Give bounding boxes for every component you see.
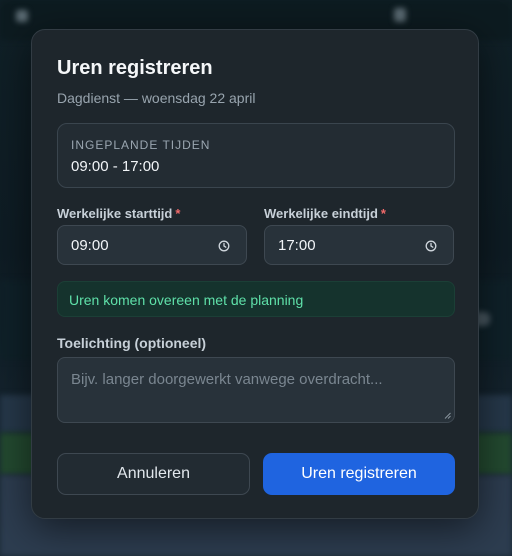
hours-match-text: Uren komen overeen met de planning bbox=[69, 292, 304, 308]
end-time-label: Werkelijke eindtijd * bbox=[264, 206, 386, 221]
clock-icon[interactable] bbox=[425, 240, 437, 252]
note-label: Toelichting (optioneel) bbox=[57, 335, 207, 351]
start-time-value: 09:00 bbox=[71, 237, 109, 254]
note-textarea[interactable]: Bijv. langer doorgewerkt vanwege overdra… bbox=[57, 357, 455, 423]
end-time-value: 17:00 bbox=[278, 237, 316, 254]
register-hours-button[interactable]: Uren registreren bbox=[263, 453, 455, 495]
dialog-title: Uren registreren bbox=[57, 57, 213, 79]
background-icon bbox=[394, 8, 406, 22]
dialog-subtitle: Dagdienst — woensdag 22 april bbox=[57, 90, 256, 106]
resize-handle-icon[interactable] bbox=[444, 412, 451, 419]
clock-icon[interactable] bbox=[218, 240, 230, 252]
end-time-input[interactable]: 17:00 bbox=[264, 225, 454, 265]
end-time-label-text: Werkelijke eindtijd bbox=[264, 206, 378, 221]
start-time-input[interactable]: 09:00 bbox=[57, 225, 247, 265]
start-time-label-text: Werkelijke starttijd bbox=[57, 206, 173, 221]
background-icon bbox=[16, 10, 28, 22]
required-mark: * bbox=[175, 206, 181, 221]
start-time-label: Werkelijke starttijd * bbox=[57, 206, 180, 221]
note-placeholder: Bijv. langer doorgewerkt vanwege overdra… bbox=[71, 371, 383, 388]
planned-times-label: INGEPLANDE TIJDEN bbox=[71, 138, 211, 152]
planned-times-box: INGEPLANDE TIJDEN 09:00 - 17:00 bbox=[57, 123, 455, 188]
cancel-button[interactable]: Annuleren bbox=[57, 453, 250, 495]
planned-times-value: 09:00 - 17:00 bbox=[71, 158, 160, 175]
required-mark: * bbox=[380, 206, 386, 221]
register-hours-dialog: Uren registreren Dagdienst — woensdag 22… bbox=[31, 29, 479, 519]
hours-match-notice: Uren komen overeen met de planning bbox=[57, 281, 455, 317]
